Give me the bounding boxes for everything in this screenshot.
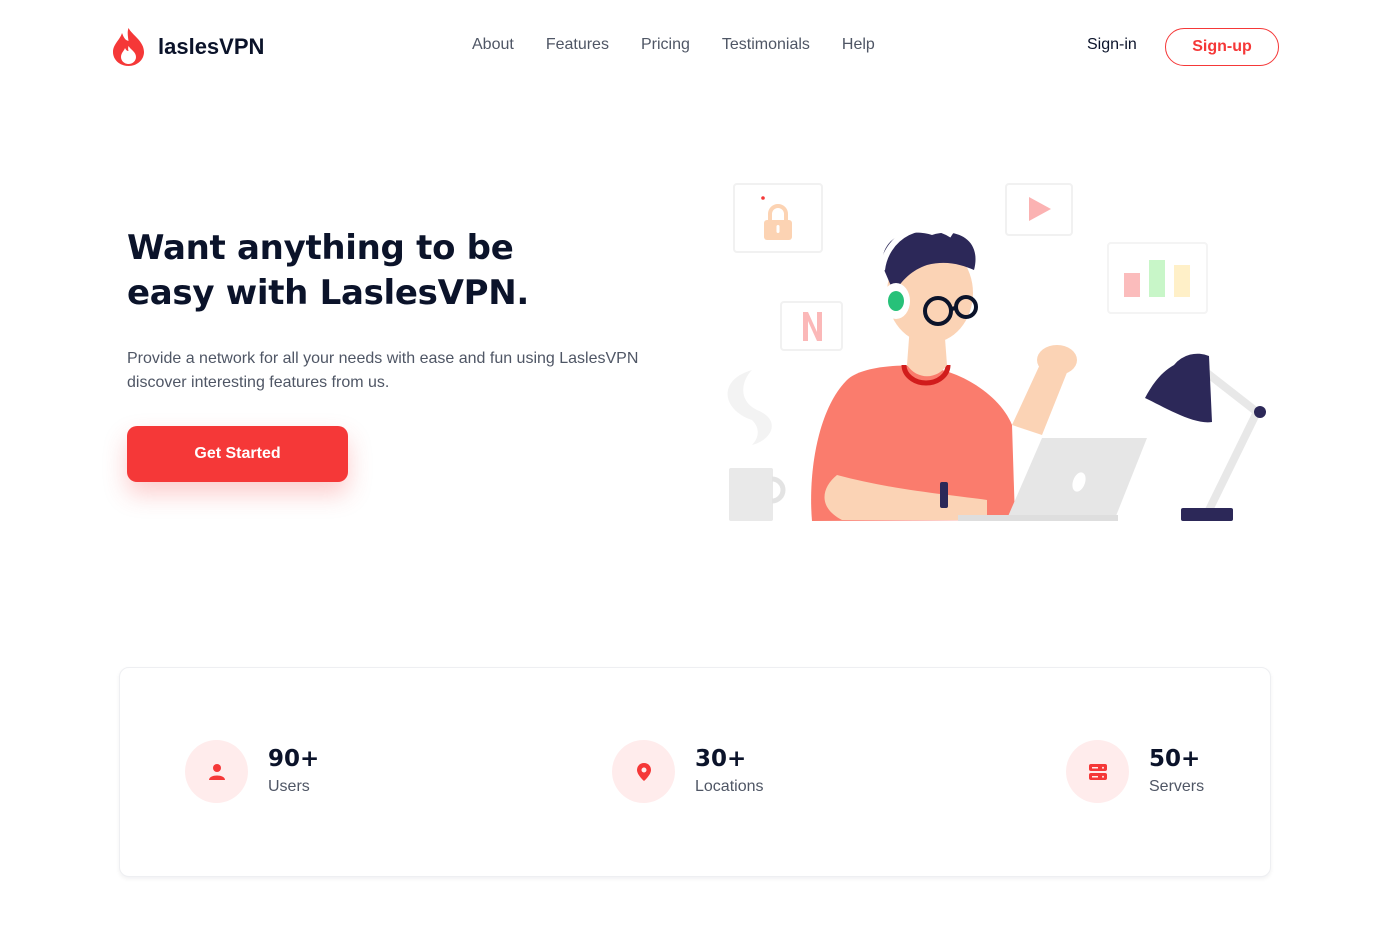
play-icon (1005, 183, 1073, 236)
server-icon (1088, 763, 1107, 780)
hero-title-line-1: Want anything to be (127, 228, 514, 268)
nav-item-features[interactable]: Features (546, 36, 609, 54)
stat-users-text: 90+ Users (268, 744, 319, 800)
user-icon (208, 763, 225, 780)
sign-up-button[interactable]: Sign-up (1165, 28, 1279, 66)
stat-servers-label: Servers (1149, 777, 1205, 795)
hero-description-line-1: Provide a network for all your needs wit… (127, 350, 639, 367)
stat-servers-text: 50+ Servers (1149, 744, 1204, 800)
nav-item-about[interactable]: About (472, 36, 514, 54)
sign-in-link[interactable]: Sign-in (1087, 36, 1137, 54)
get-started-button[interactable]: Get Started (127, 426, 348, 482)
site-header: laslesVPN About Features Pricing Testimo… (0, 0, 1400, 95)
stat-locations-text: 30+ Locations (695, 744, 764, 800)
hero-description: Provide a network for all your needs wit… (127, 347, 687, 395)
stat-locations-value: 30+ (695, 745, 747, 772)
brand-logo[interactable]: laslesVPN (110, 27, 264, 67)
stat-servers-value: 50+ (1149, 745, 1201, 772)
main-nav: About Features Pricing Testimonials Help (472, 36, 875, 54)
hero-description-line-2: discover interesting features from us. (127, 374, 390, 391)
stat-users-icon-wrap (185, 740, 248, 803)
nav-item-help[interactable]: Help (842, 36, 875, 54)
stat-users-value: 90+ (268, 745, 320, 772)
location-pin-icon (636, 762, 651, 781)
flame-logo-icon (113, 28, 144, 66)
stat-servers-icon-wrap (1066, 740, 1129, 803)
hero-title-line-2: easy with LaslesVPN. (127, 273, 530, 313)
netflix-icon (780, 301, 843, 351)
hero-title: Want anything to be easy with LaslesVPN. (127, 226, 627, 316)
stats-card: 90+ Users 30+ Locations 50+ Servers (119, 667, 1271, 877)
nav-item-testimonials[interactable]: Testimonials (722, 36, 810, 54)
stat-users: 90+ Users (185, 740, 319, 803)
stat-locations-label: Locations (695, 777, 764, 795)
bar-chart-icon (1107, 242, 1208, 314)
lock-icon (733, 183, 823, 253)
stat-locations-icon-wrap (612, 740, 675, 803)
hero-illustration (727, 183, 1266, 521)
stat-servers: 50+ Servers (1066, 740, 1204, 803)
nav-item-pricing[interactable]: Pricing (641, 36, 690, 54)
brand-name: laslesVPN (158, 34, 265, 59)
stat-users-label: Users (268, 777, 310, 795)
coffee-mug-icon (729, 468, 786, 521)
desk-lamp-icon (1145, 353, 1266, 521)
stat-locations: 30+ Locations (612, 740, 764, 803)
